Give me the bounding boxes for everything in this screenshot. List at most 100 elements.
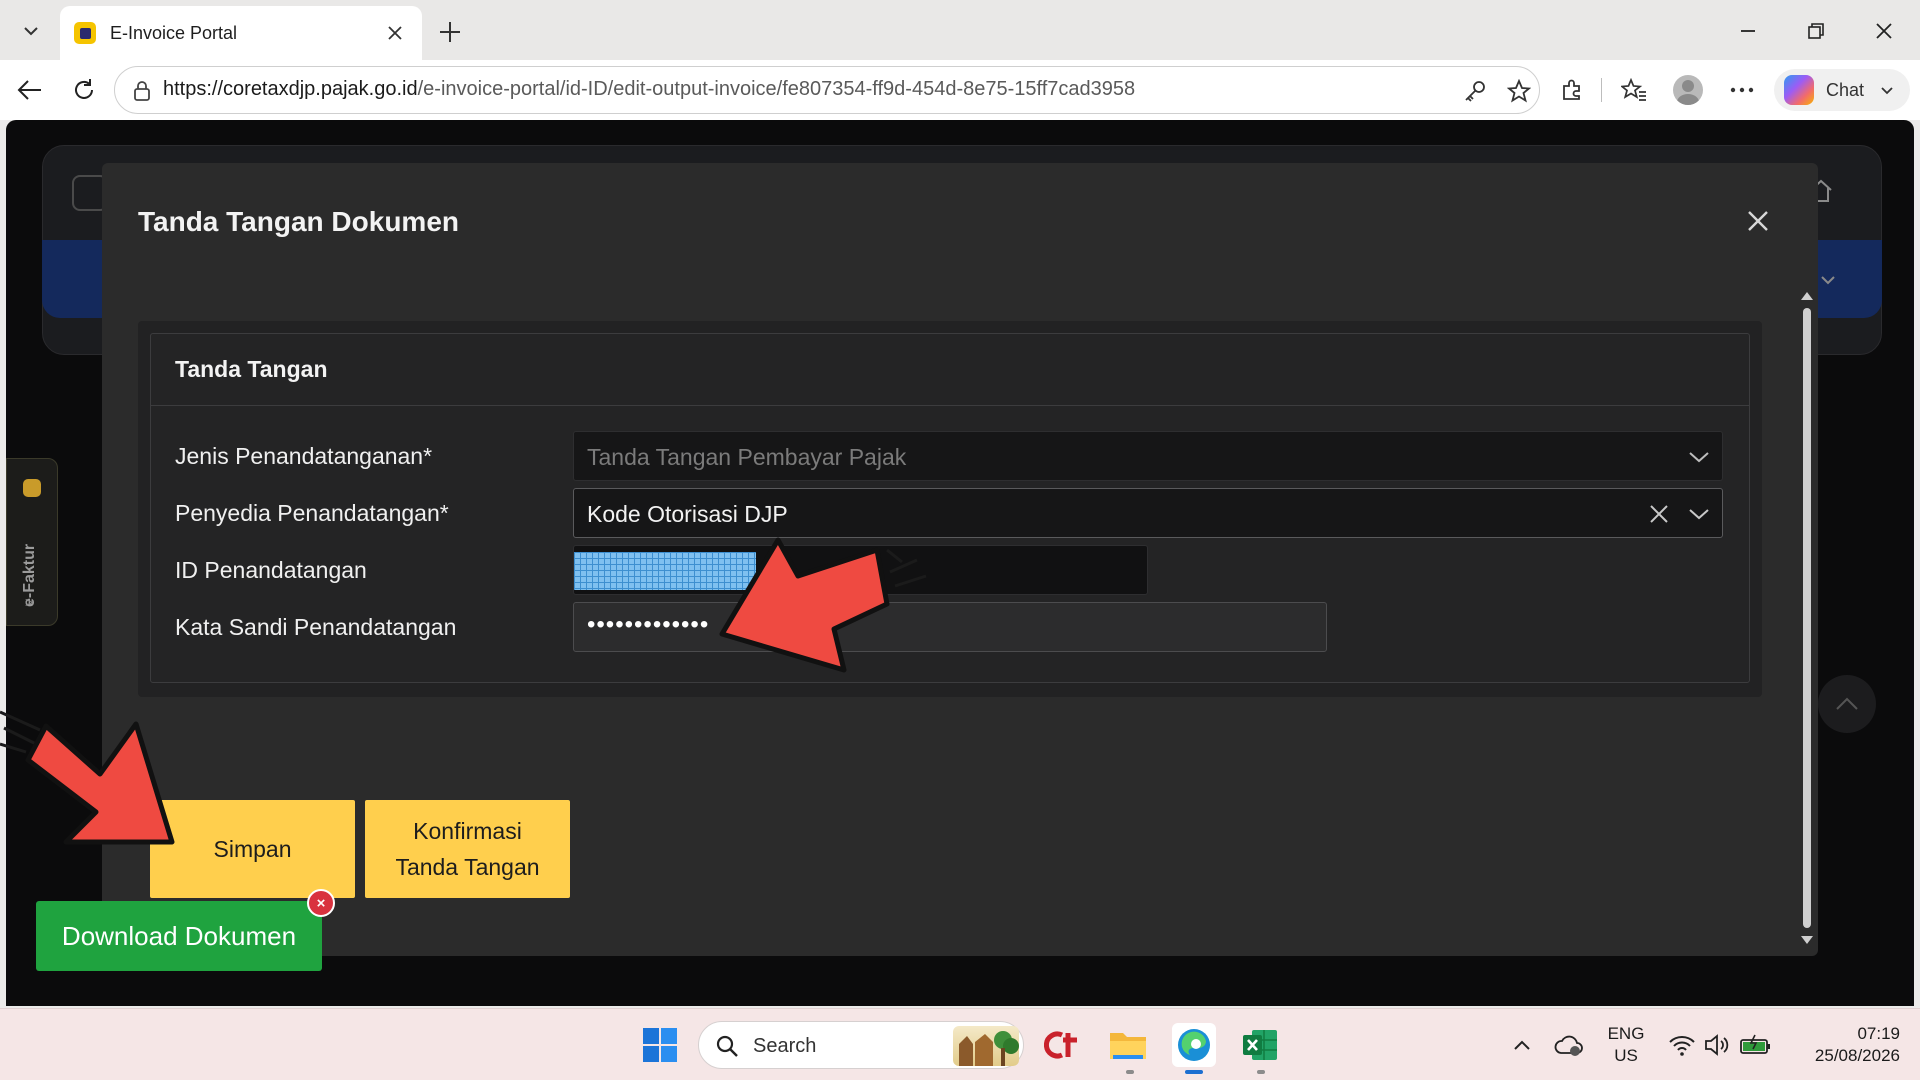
- tab-search-button[interactable]: [10, 10, 52, 52]
- close-icon: [1748, 211, 1768, 231]
- url-host: https://coretaxdjp.pajak.go.id: [163, 78, 418, 100]
- close-icon: ×: [316, 894, 326, 912]
- modal-title: Tanda Tangan Dokumen: [138, 206, 459, 237]
- chevron-up-icon: [1836, 697, 1858, 710]
- penyedia-label: Penyedia Penandatangan*: [175, 500, 449, 526]
- modal-close-button[interactable]: [1740, 203, 1776, 239]
- taskbar-file-explorer[interactable]: [1106, 1023, 1150, 1067]
- chevron-down-icon: [1686, 501, 1712, 527]
- signer-id-field[interactable]: [573, 545, 1148, 595]
- more-icon: [1730, 87, 1754, 93]
- new-tab-button[interactable]: [432, 14, 468, 50]
- profile-button[interactable]: [1668, 70, 1708, 110]
- id-label: ID Penandatangan: [175, 557, 367, 583]
- running-indicator: [1257, 1070, 1265, 1074]
- confirm-label-line1: Konfirmasi: [413, 818, 522, 844]
- taskbar-edge[interactable]: [1172, 1023, 1216, 1067]
- taskbar-excel[interactable]: [1238, 1023, 1282, 1067]
- lock-icon: [134, 81, 150, 101]
- excel-icon: [1243, 1030, 1277, 1060]
- tab-title: E-Invoice Portal: [110, 22, 238, 43]
- signature-provider-value: Kode Otorisasi DJP: [587, 501, 788, 527]
- toast-label: Download Dokumen: [61, 920, 297, 951]
- browser-toolbar: https://coretaxdjp.pajak.go.id/e-invoice…: [0, 60, 1920, 120]
- copilot-chat-button[interactable]: Chat: [1774, 69, 1910, 111]
- url-text: https://coretaxdjp.pajak.go.id/e-invoice…: [163, 78, 1135, 101]
- close-icon: [1876, 23, 1892, 39]
- clear-selection-button[interactable]: [1646, 501, 1672, 527]
- onedrive-tray-button[interactable]: [1546, 1023, 1590, 1067]
- signature-type-select[interactable]: Tanda Tangan Pembayar Pajak: [573, 431, 1723, 481]
- more-button[interactable]: [1722, 70, 1762, 110]
- signature-type-value: Tanda Tangan Pembayar Pajak: [587, 444, 907, 470]
- clock[interactable]: 07:19 25/08/2026: [1792, 1023, 1900, 1067]
- toast-close-button[interactable]: ×: [307, 889, 335, 917]
- search-icon: [716, 1035, 738, 1057]
- keyboard-layout: US: [1614, 1046, 1638, 1065]
- battery-button[interactable]: [1734, 1023, 1778, 1067]
- clock-date: 25/08/2026: [1814, 1046, 1900, 1065]
- address-bar[interactable]: https://coretaxdjp.pajak.go.id/e-invoice…: [114, 66, 1540, 114]
- efaktur-side-tab[interactable]: e-Faktur >: [6, 458, 58, 626]
- chevron-down-icon[interactable]: [1818, 270, 1838, 290]
- signer-password-field[interactable]: •••••••••••••: [573, 602, 1327, 652]
- wifi-icon: [1669, 1036, 1695, 1056]
- tab-close-button[interactable]: [382, 20, 408, 46]
- chat-label: Chat: [1826, 79, 1865, 100]
- signature-provider-select[interactable]: Kode Otorisasi DJP: [573, 488, 1723, 538]
- add-favorite-button[interactable]: [1505, 77, 1533, 105]
- scroll-up-arrow-icon[interactable]: [1801, 292, 1813, 300]
- signature-card: Tanda Tangan Jenis Penandatanganan* Tand…: [150, 333, 1750, 683]
- file-explorer-icon: [1110, 1033, 1146, 1059]
- minimize-button[interactable]: [1722, 10, 1774, 52]
- close-window-button[interactable]: [1858, 10, 1910, 52]
- portal-favicon-icon: [74, 22, 96, 44]
- taskbar-search[interactable]: Search: [698, 1021, 1024, 1069]
- windows-taskbar: Search ENG US 07:19 25/08/2026: [0, 1008, 1920, 1080]
- browser-tab-active[interactable]: E-Invoice Portal: [60, 6, 422, 60]
- chevron-down-icon: [1686, 444, 1712, 470]
- modal-scrollbar[interactable]: [1800, 286, 1814, 950]
- chevron-down-icon: [1881, 87, 1893, 95]
- chevron-up-icon: [1514, 1040, 1530, 1050]
- scroll-to-top-button[interactable]: [1818, 675, 1876, 733]
- minimize-icon: [1741, 30, 1755, 32]
- avatar: [1673, 75, 1703, 105]
- section-title: Tanda Tangan: [151, 334, 1749, 406]
- password-value: •••••••••••••: [587, 611, 710, 638]
- star-icon: [1507, 79, 1531, 103]
- confirm-signature-button[interactable]: Konfirmasi Tanda Tangan: [365, 800, 570, 898]
- language-indicator[interactable]: ENG US: [1600, 1023, 1652, 1067]
- save-button-label: Simpan: [213, 836, 292, 862]
- coretax-app-icon: [1044, 1031, 1077, 1059]
- chevron-down-icon: [24, 27, 38, 36]
- passwords-button[interactable]: [1461, 77, 1489, 105]
- active-indicator: [1185, 1070, 1203, 1074]
- show-hidden-icons-button[interactable]: [1500, 1023, 1544, 1067]
- refresh-icon: [75, 79, 93, 99]
- running-indicator: [1126, 1070, 1134, 1074]
- download-document-toast[interactable]: Download Dokumen: [36, 901, 322, 971]
- search-label: Search: [753, 1035, 817, 1057]
- windows-start-icon: [643, 1028, 677, 1062]
- browser-tabstrip: E-Invoice Portal: [0, 0, 1920, 60]
- restore-icon: [1808, 23, 1824, 39]
- key-icon: [1465, 81, 1485, 102]
- edge-icon: [1178, 1029, 1210, 1061]
- extensions-button[interactable]: [1552, 70, 1592, 110]
- back-button[interactable]: [10, 70, 50, 110]
- battery-icon: [1740, 1034, 1770, 1054]
- toolbar-divider: [1601, 78, 1602, 102]
- scrollbar-thumb[interactable]: [1803, 308, 1811, 928]
- save-button[interactable]: Simpan: [150, 800, 355, 898]
- language-code: ENG: [1607, 1024, 1645, 1043]
- start-button[interactable]: [638, 1023, 682, 1067]
- scroll-down-arrow-icon[interactable]: [1801, 936, 1813, 944]
- favorites-button[interactable]: [1614, 70, 1654, 110]
- taskbar-coretax-app[interactable]: [1040, 1023, 1084, 1067]
- close-icon: [388, 26, 402, 40]
- efaktur-icon: [23, 479, 41, 497]
- restore-button[interactable]: [1790, 10, 1842, 52]
- refresh-button[interactable]: [64, 70, 104, 110]
- volume-icon: [1705, 1034, 1729, 1056]
